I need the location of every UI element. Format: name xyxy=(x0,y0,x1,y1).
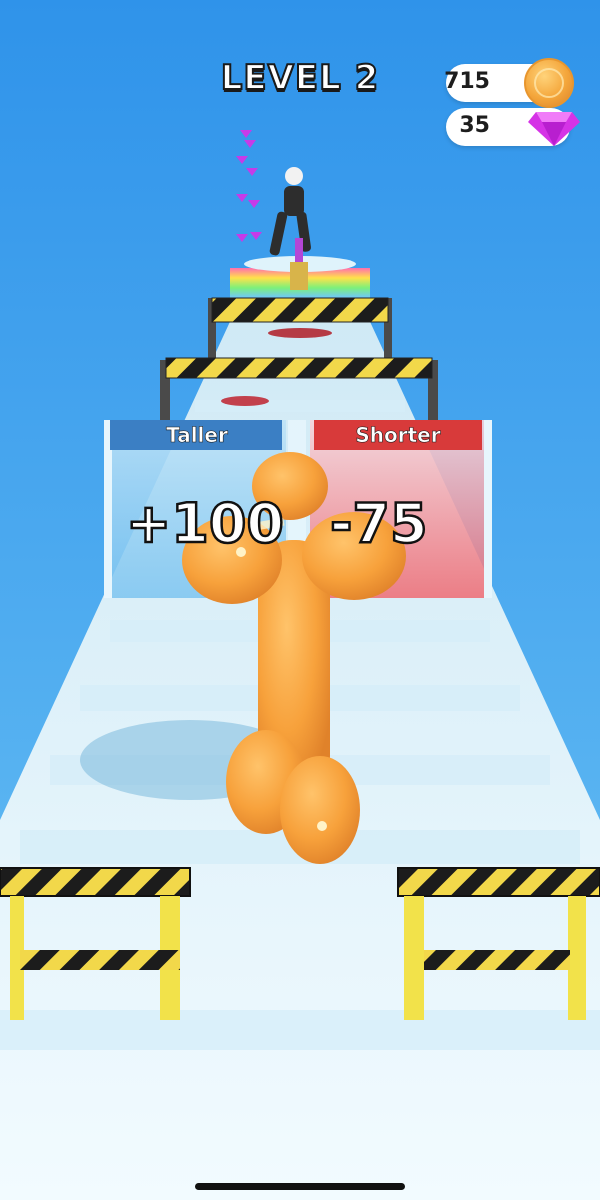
gate-taller-value: +100 xyxy=(125,491,285,557)
coin-counter: 715 xyxy=(444,58,574,108)
gate-shorter-label: Shorter xyxy=(355,423,441,448)
gem-count: 35 xyxy=(459,113,490,138)
level-title: LEVEL 2 xyxy=(220,57,380,99)
gate-shorter-value: -75 xyxy=(329,491,429,557)
gem-counter: 35 xyxy=(446,108,580,146)
home-indicator[interactable] xyxy=(195,1183,405,1190)
game-scene xyxy=(0,0,600,1200)
coin-count: 715 xyxy=(444,69,490,94)
spinning-saw-mid xyxy=(221,396,269,406)
gate-taller-label: Taller xyxy=(166,423,228,448)
spinning-saw-far xyxy=(268,328,332,338)
pink-gem-icon xyxy=(528,112,580,146)
gold-coin-icon xyxy=(524,58,574,108)
